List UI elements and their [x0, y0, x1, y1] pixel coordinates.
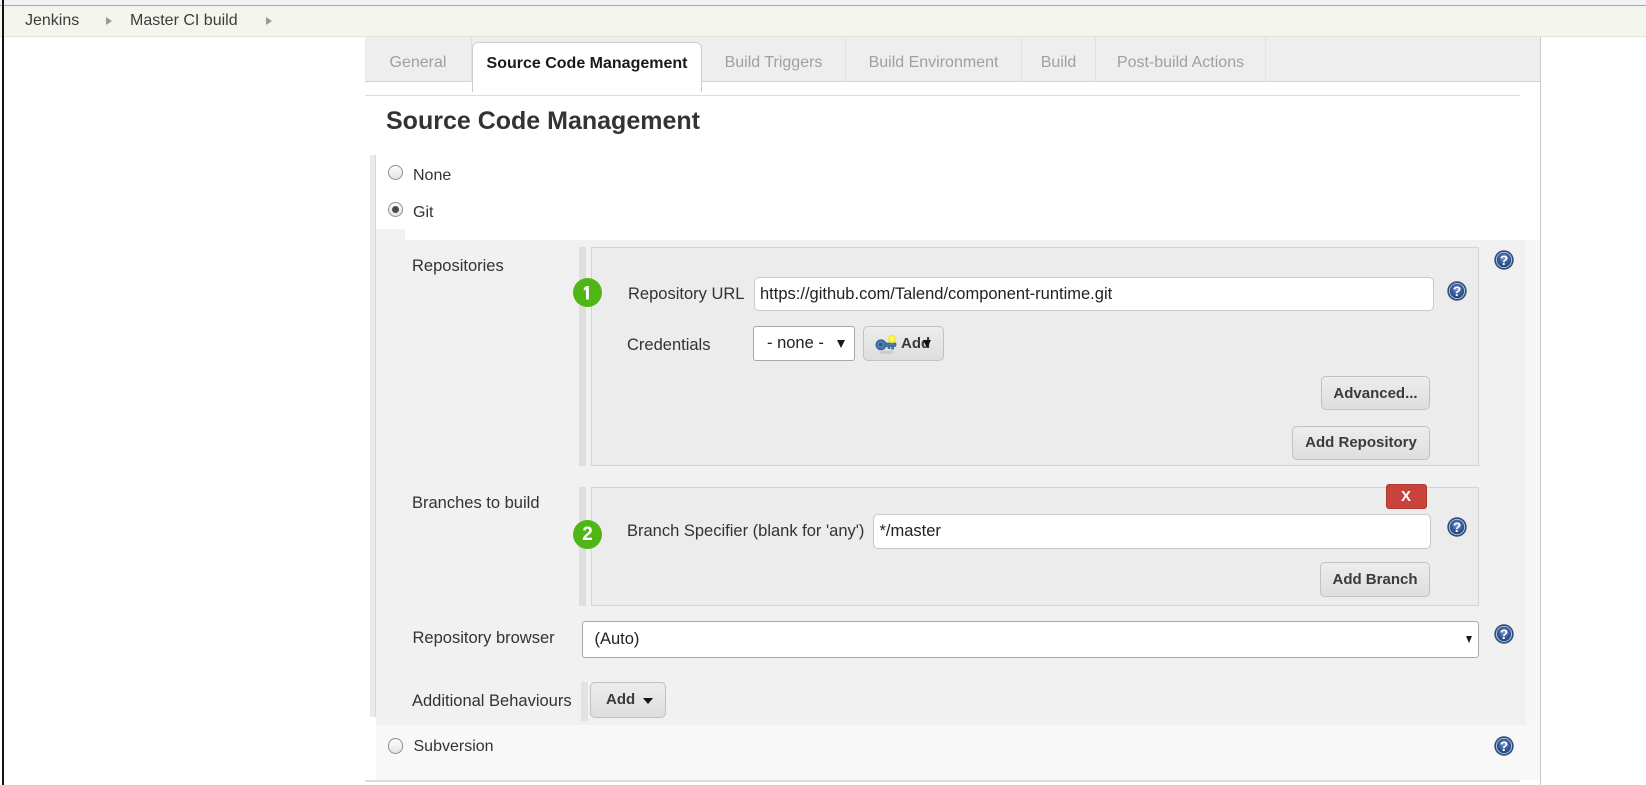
svg-text:?: ?	[1499, 738, 1508, 754]
svg-text:?: ?	[1499, 625, 1508, 641]
svg-text:?: ?	[1453, 519, 1462, 535]
svg-text:?: ?	[1500, 252, 1509, 268]
svg-text:?: ?	[1452, 282, 1461, 298]
